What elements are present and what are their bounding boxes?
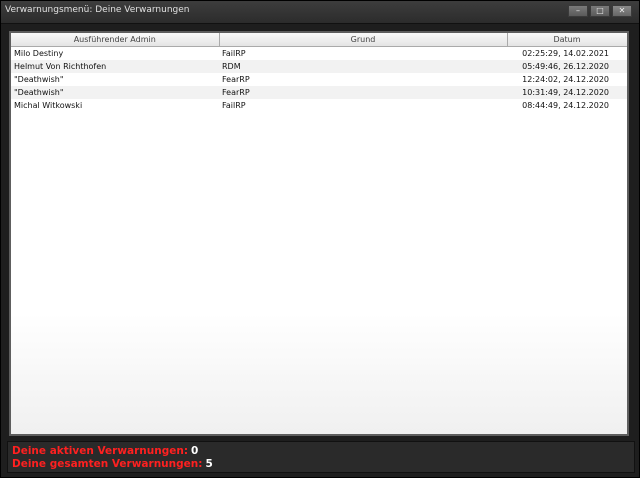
active-warnings-label: Deine aktiven Verwarnungen:: [12, 445, 189, 457]
close-icon: ✕: [618, 6, 626, 15]
cell-admin: Helmut Von Richthofen: [11, 60, 219, 73]
active-warnings-count: 0: [191, 445, 199, 457]
cell-datum: 08:44:49, 24.12.2020: [522, 101, 609, 110]
cell-admin: "Deathwish": [14, 75, 64, 84]
total-warnings-count: 5: [205, 458, 213, 470]
maximize-icon: □: [596, 6, 604, 15]
cell-datum: 10:31:49, 24.12.2020: [507, 86, 627, 99]
table-row[interactable]: "Deathwish" FearRP 12:24:02, 24.12.2020: [11, 73, 627, 86]
table-row[interactable]: Helmut Von Richthofen RDM 05:49:46, 26.1…: [11, 60, 627, 73]
cell-admin: Milo Destiny: [14, 49, 64, 58]
table-row[interactable]: Michal Witkowski FailRP 08:44:49, 24.12.…: [11, 99, 627, 112]
cell-grund: FailRP: [222, 101, 246, 110]
cell-admin: Michal Witkowski: [14, 101, 83, 110]
warnings-list[interactable]: Ausführender Admin Grund Datum Milo Dest…: [9, 31, 629, 436]
cell-datum: 05:49:46, 26.12.2020: [507, 60, 627, 73]
column-header-admin[interactable]: Ausführender Admin: [11, 33, 220, 47]
table-header-row: Ausführender Admin Grund Datum: [11, 33, 627, 47]
summary-panel: Deine aktiven Verwarnungen: 0 Deine gesam…: [7, 441, 635, 473]
maximize-button[interactable]: □: [590, 5, 610, 17]
warnings-window: Verwarnungsmenü: Deine Verwarnungen – □ …: [0, 0, 640, 478]
cell-grund: FearRP: [219, 86, 507, 99]
total-warnings-label: Deine gesamten Verwarnungen:: [12, 458, 203, 470]
cell-datum: 02:25:29, 14.02.2021: [522, 49, 609, 58]
column-header-grund[interactable]: Grund: [219, 33, 508, 47]
table-row[interactable]: "Deathwish" FearRP 10:31:49, 24.12.2020: [11, 86, 627, 99]
minimize-icon: –: [576, 6, 580, 15]
cell-admin: "Deathwish": [11, 86, 219, 99]
title-bar[interactable]: Verwarnungsmenü: Deine Verwarnungen – □ …: [1, 1, 639, 24]
cell-grund: RDM: [219, 60, 507, 73]
column-header-datum[interactable]: Datum: [507, 33, 627, 47]
cell-datum: 12:24:02, 24.12.2020: [522, 75, 609, 84]
active-warnings-line: Deine aktiven Verwarnungen: 0: [12, 445, 198, 457]
minimize-button[interactable]: –: [568, 5, 588, 17]
cell-grund: FailRP: [222, 49, 246, 58]
close-button[interactable]: ✕: [612, 5, 632, 17]
window-title: Verwarnungsmenü: Deine Verwarnungen: [5, 5, 190, 15]
cell-grund: FearRP: [222, 75, 250, 84]
table-row[interactable]: Milo Destiny FailRP 02:25:29, 14.02.2021: [11, 47, 627, 61]
warnings-table: Ausführender Admin Grund Datum Milo Dest…: [11, 33, 627, 112]
total-warnings-line: Deine gesamten Verwarnungen: 5: [12, 458, 213, 470]
